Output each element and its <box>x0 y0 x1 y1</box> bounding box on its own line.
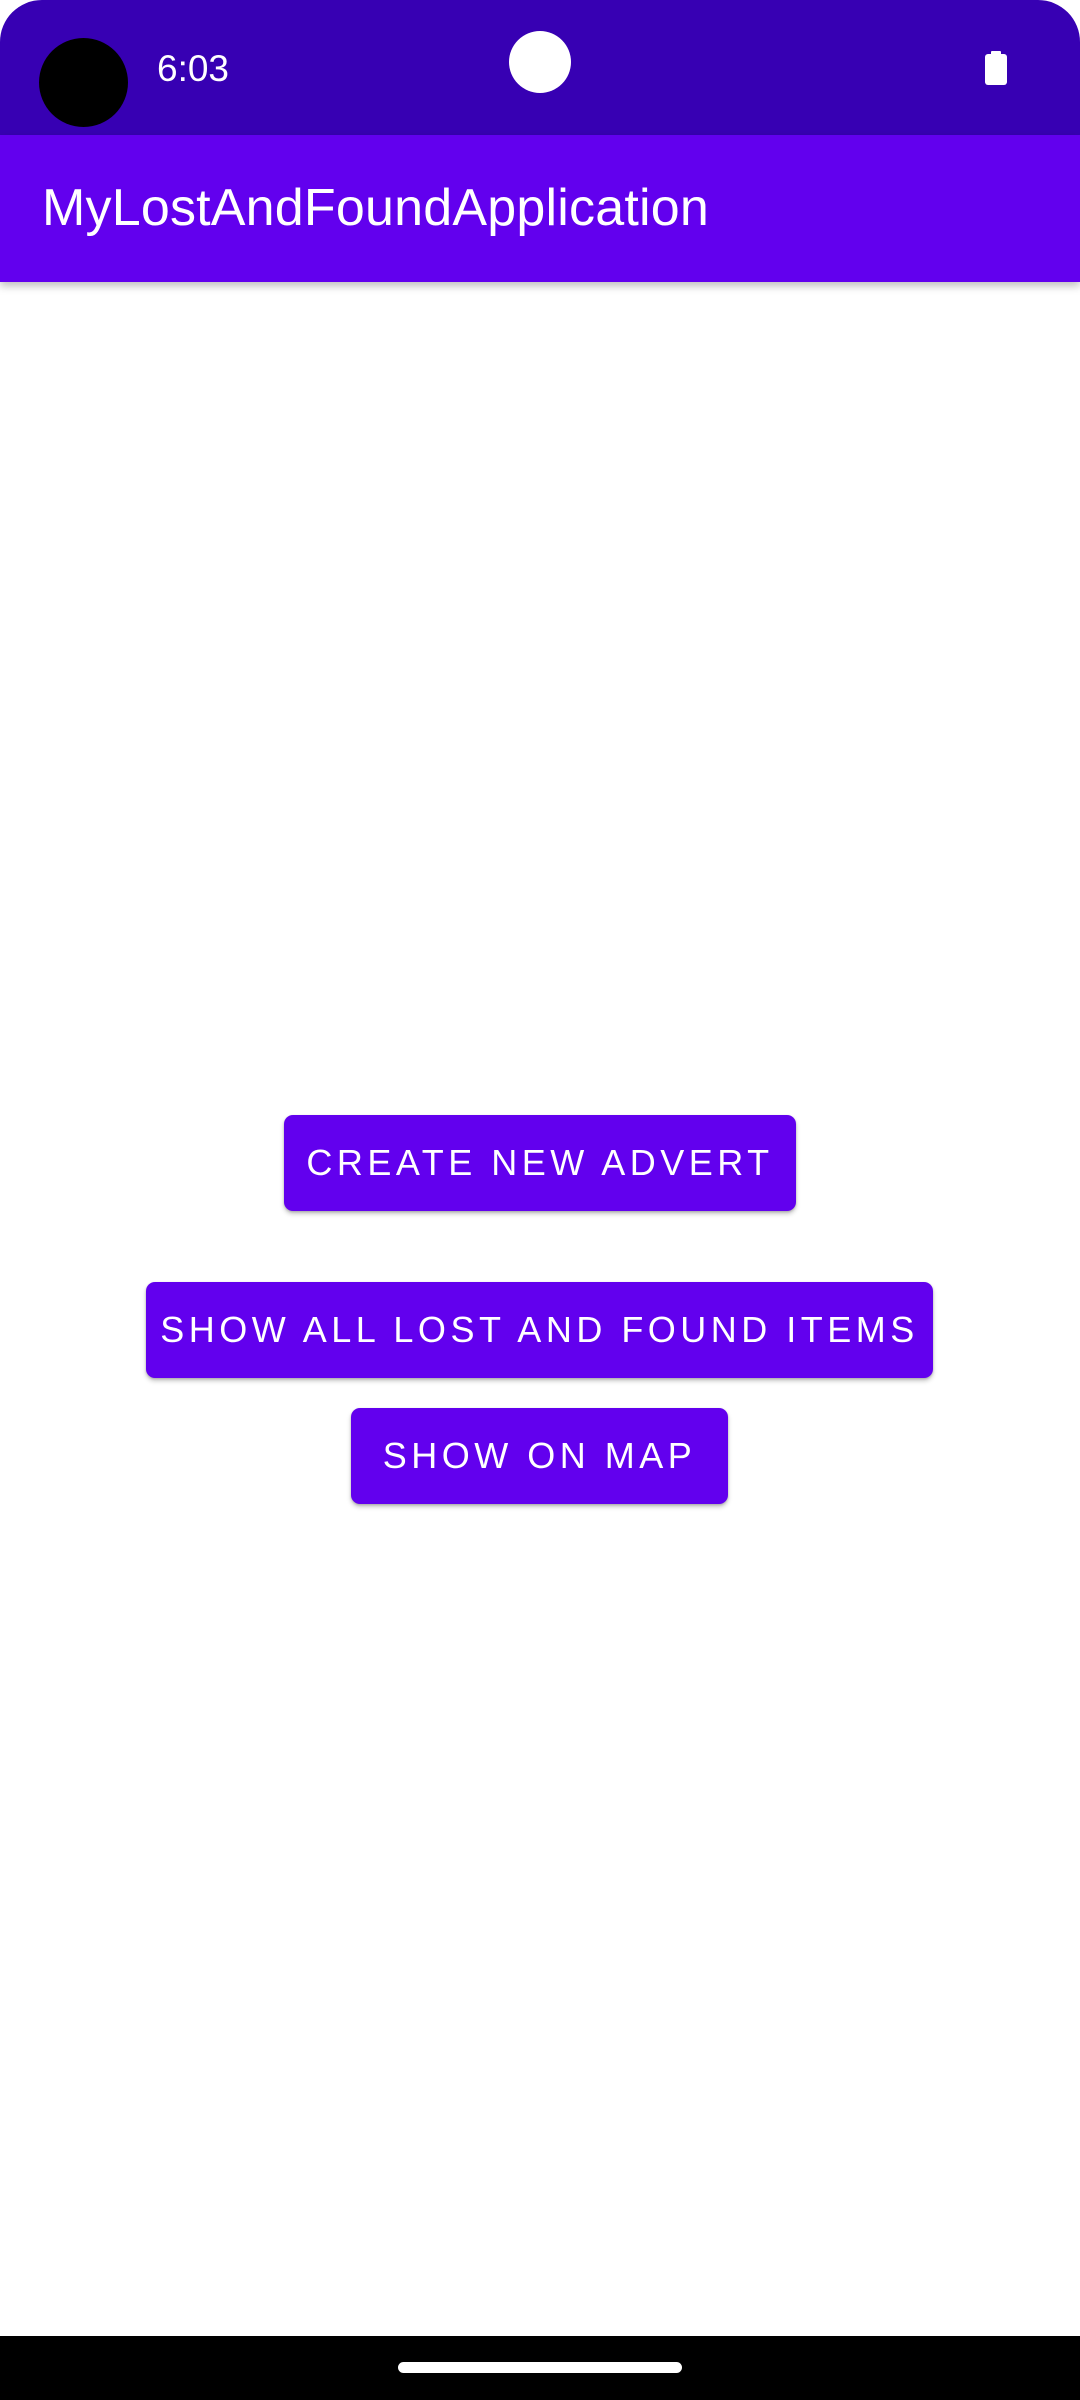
show-all-items-button[interactable]: SHOW ALL LOST AND FOUND ITEMS <box>146 1282 933 1378</box>
status-bar: 6:03 <box>0 0 1080 135</box>
navigation-bar <box>0 2336 1080 2400</box>
camera-cutout <box>39 38 128 127</box>
status-time: 6:03 <box>157 48 230 89</box>
home-handle[interactable] <box>398 2362 682 2373</box>
app-title: MyLostAndFoundApplication <box>42 179 709 237</box>
create-new-advert-button[interactable]: CREATE NEW ADVERT <box>284 1115 796 1211</box>
notification-dot-icon <box>509 31 571 93</box>
show-on-map-button[interactable]: SHOW ON MAP <box>351 1408 728 1504</box>
battery-icon <box>985 51 1007 85</box>
app-screen: 6:03 MyLostAndFoundApplication CREATE NE… <box>0 0 1080 2400</box>
app-bar: MyLostAndFoundApplication <box>0 135 1080 282</box>
